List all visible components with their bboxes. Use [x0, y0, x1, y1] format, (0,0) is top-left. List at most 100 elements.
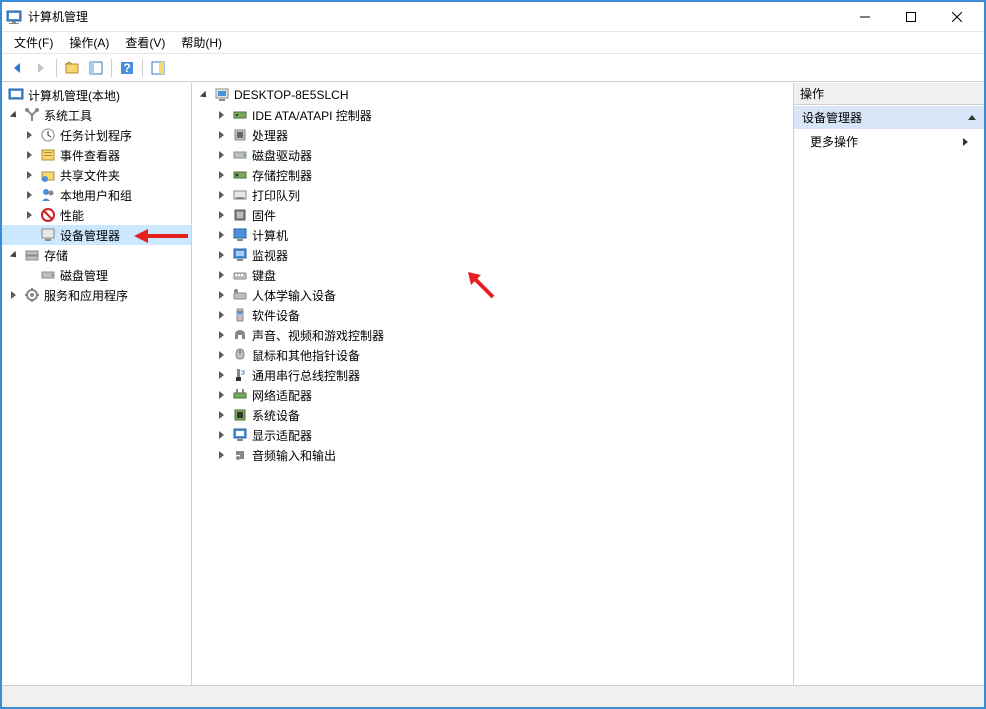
- tree-node-shared-folders[interactable]: 共享文件夹: [2, 165, 191, 185]
- computer-management-icon: [8, 87, 24, 103]
- forward-button[interactable]: [30, 57, 52, 79]
- device-category-label: 计算机: [252, 227, 288, 244]
- expander-icon[interactable]: [214, 168, 228, 182]
- device-manager-icon: [40, 227, 56, 243]
- minimize-button[interactable]: [842, 2, 888, 32]
- device-category-label: 显示适配器: [252, 427, 312, 444]
- tree-node-storage[interactable]: 存储: [2, 245, 191, 265]
- device-tree-panel[interactable]: DESKTOP-8E5SLCH IDE ATA/ATAPI 控制器处理器磁盘驱动…: [192, 83, 794, 685]
- device-category-node[interactable]: 系统设备: [192, 405, 793, 425]
- tree-node-services-apps[interactable]: 服务和应用程序: [2, 285, 191, 305]
- expander-icon[interactable]: [214, 188, 228, 202]
- tree-node-local-users[interactable]: 本地用户和组: [2, 185, 191, 205]
- expander-icon[interactable]: [214, 388, 228, 402]
- tree-node-task-scheduler[interactable]: 任务计划程序: [2, 125, 191, 145]
- actions-section-title[interactable]: 设备管理器: [794, 106, 984, 129]
- device-category-node[interactable]: 网络适配器: [192, 385, 793, 405]
- expander-icon[interactable]: [214, 308, 228, 322]
- expander-icon[interactable]: [214, 428, 228, 442]
- device-category-node[interactable]: 声音、视频和游戏控制器: [192, 325, 793, 345]
- device-category-node[interactable]: 监视器: [192, 245, 793, 265]
- tree-node-system-tools[interactable]: 系统工具: [2, 105, 191, 125]
- expander-icon[interactable]: [6, 108, 20, 122]
- menu-view[interactable]: 查看(V): [117, 32, 173, 53]
- expander-icon[interactable]: [214, 208, 228, 222]
- device-category-node[interactable]: 显示适配器: [192, 425, 793, 445]
- svg-text:?: ?: [123, 61, 130, 75]
- expander-icon[interactable]: [22, 168, 36, 182]
- tree-node-device-manager[interactable]: 设备管理器: [2, 225, 191, 245]
- tree-node-root[interactable]: 计算机管理(本地): [2, 85, 191, 105]
- actions-section-label: 设备管理器: [802, 109, 862, 126]
- device-category-node[interactable]: 处理器: [192, 125, 793, 145]
- maximize-button[interactable]: [888, 2, 934, 32]
- expander-icon[interactable]: [196, 88, 210, 102]
- expander-icon[interactable]: [214, 228, 228, 242]
- device-category-node[interactable]: 磁盘驱动器: [192, 145, 793, 165]
- expander-icon[interactable]: [214, 288, 228, 302]
- back-button[interactable]: [6, 57, 28, 79]
- device-category-node[interactable]: 固件: [192, 205, 793, 225]
- device-category-label: 系统设备: [252, 407, 300, 424]
- expander-icon[interactable]: [22, 128, 36, 142]
- expander-icon[interactable]: [214, 348, 228, 362]
- menu-help[interactable]: 帮助(H): [173, 32, 230, 53]
- actions-panel: 操作 设备管理器 更多操作: [794, 83, 984, 685]
- expander-icon[interactable]: [214, 408, 228, 422]
- device-category-label: 声音、视频和游戏控制器: [252, 327, 384, 344]
- device-category-icon: [232, 127, 248, 143]
- up-button[interactable]: [61, 57, 83, 79]
- device-category-icon: [232, 147, 248, 163]
- device-category-node[interactable]: 存储控制器: [192, 165, 793, 185]
- help-button[interactable]: ?: [116, 57, 138, 79]
- expander-icon[interactable]: [214, 248, 228, 262]
- menu-action[interactable]: 操作(A): [61, 32, 117, 53]
- device-category-node[interactable]: 通用串行总线控制器: [192, 365, 793, 385]
- clock-icon: [40, 127, 56, 143]
- expander-icon[interactable]: [214, 328, 228, 342]
- expander-icon[interactable]: [22, 188, 36, 202]
- device-category-node[interactable]: 键盘: [192, 265, 793, 285]
- device-category-node[interactable]: IDE ATA/ATAPI 控制器: [192, 105, 793, 125]
- expander-icon[interactable]: [214, 108, 228, 122]
- users-icon: [40, 187, 56, 203]
- expander-icon[interactable]: [214, 148, 228, 162]
- device-category-node[interactable]: 打印队列: [192, 185, 793, 205]
- console-tree-panel[interactable]: 计算机管理(本地) 系统工具 任务计划程序 事件查看器 共享文件夹: [2, 83, 192, 685]
- tree-node-disk-management[interactable]: 磁盘管理: [2, 265, 191, 285]
- tree-node-label: 性能: [60, 207, 84, 224]
- expander-icon[interactable]: [214, 268, 228, 282]
- device-tree-root[interactable]: DESKTOP-8E5SLCH: [192, 85, 793, 105]
- tree-node-event-viewer[interactable]: 事件查看器: [2, 145, 191, 165]
- toolbar-separator: [111, 59, 112, 77]
- expander-icon[interactable]: [6, 248, 20, 262]
- device-category-icon: [232, 207, 248, 223]
- device-category-node[interactable]: 鼠标和其他指针设备: [192, 345, 793, 365]
- device-category-label: 固件: [252, 207, 276, 224]
- app-icon: [6, 9, 22, 25]
- device-category-node[interactable]: 人体学输入设备: [192, 285, 793, 305]
- expander-icon[interactable]: [22, 208, 36, 222]
- device-category-label: 处理器: [252, 127, 288, 144]
- device-category-label: 打印队列: [252, 187, 300, 204]
- properties-button[interactable]: [147, 57, 169, 79]
- expander-icon[interactable]: [214, 448, 228, 462]
- expander-icon[interactable]: [22, 148, 36, 162]
- close-button[interactable]: [934, 2, 980, 32]
- menu-file[interactable]: 文件(F): [6, 32, 61, 53]
- device-category-node[interactable]: 音频输入和输出: [192, 445, 793, 465]
- submenu-arrow-icon: [963, 138, 968, 146]
- expander-icon[interactable]: [214, 128, 228, 142]
- device-category-node[interactable]: 计算机: [192, 225, 793, 245]
- expander-icon[interactable]: [6, 288, 20, 302]
- tree-node-performance[interactable]: 性能: [2, 205, 191, 225]
- device-tree-label: DESKTOP-8E5SLCH: [234, 88, 349, 102]
- more-actions-item[interactable]: 更多操作: [794, 129, 984, 154]
- device-category-node[interactable]: 软件设备: [192, 305, 793, 325]
- device-category-icon: [232, 247, 248, 263]
- show-hide-tree-button[interactable]: [85, 57, 107, 79]
- expander-icon[interactable]: [214, 368, 228, 382]
- device-category-label: 软件设备: [252, 307, 300, 324]
- device-category-icon: [232, 307, 248, 323]
- performance-icon: [40, 207, 56, 223]
